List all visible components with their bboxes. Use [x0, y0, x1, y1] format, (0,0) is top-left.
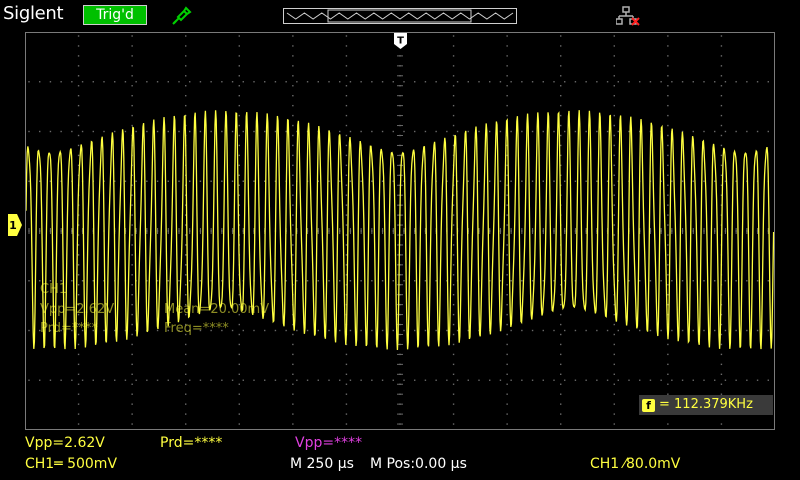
- timebase-scale[interactable]: M 250 µs: [290, 456, 354, 472]
- horizontal-position[interactable]: M Pos:0.00 µs: [370, 456, 467, 472]
- overlay-prd: Prd=****: [40, 321, 98, 336]
- trigger-position-label: T: [397, 36, 404, 47]
- overlay-mean: Mean=20.00mV: [164, 302, 270, 317]
- frequency-value: = 112.379KHz: [659, 397, 753, 412]
- measure-vpp: Vpp=2.62V: [25, 435, 105, 451]
- frequency-counter: f = 112.379KHz: [639, 395, 773, 415]
- measure-prd: Prd=****: [160, 435, 223, 451]
- ch1-reference-marker[interactable]: 1: [8, 214, 22, 236]
- overlay-freq: Freq=****: [164, 321, 229, 336]
- measure-vpp-math: Vpp=****: [295, 435, 363, 451]
- ch1-reference-label: 1: [9, 219, 17, 232]
- overlay-channel-label: CH1: [40, 282, 68, 297]
- trigger-level[interactable]: CH1 ⁄80.0mV: [590, 456, 680, 472]
- trigger-position-marker[interactable]: T: [394, 33, 407, 49]
- frequency-icon: f: [642, 399, 655, 412]
- oscilloscope-screen: Siglent Trig'd T 1 CH1 Vpp=2.62V Mean=20…: [0, 0, 800, 480]
- graticule-frame: [25, 32, 775, 430]
- ch1-scale[interactable]: CH1═ 500mV: [25, 456, 117, 472]
- overlay-vpp: Vpp=2.62V: [40, 302, 115, 317]
